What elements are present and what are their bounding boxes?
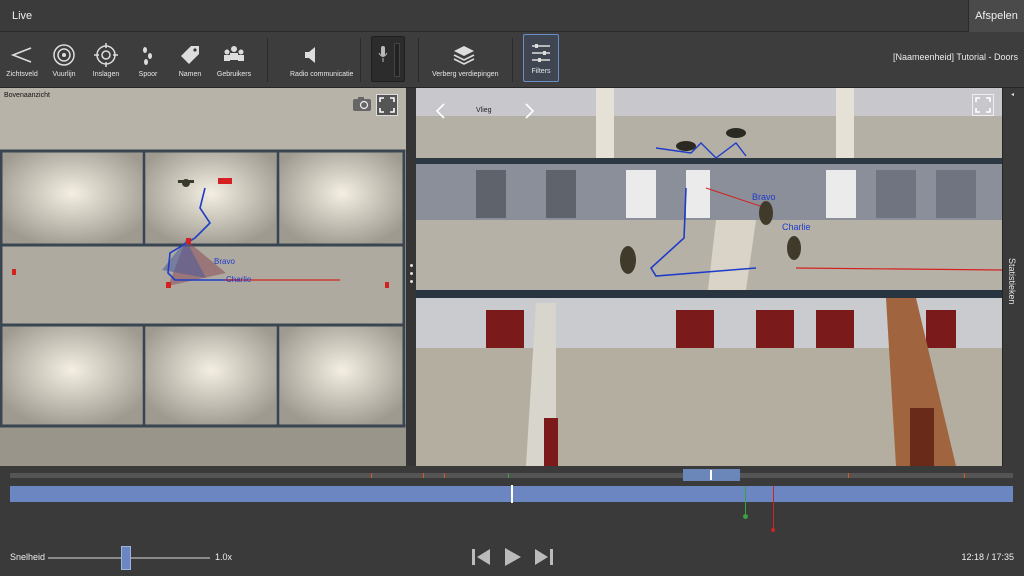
chevron-left-icon[interactable]: [434, 102, 446, 120]
tool-verberg-verdiepingen[interactable]: Verberg verdiepingen: [432, 38, 499, 84]
play-icon[interactable]: [501, 546, 523, 568]
timeline-playhead[interactable]: [511, 485, 513, 503]
fullscreen-icon[interactable]: [972, 94, 994, 116]
microphone-meter: [394, 43, 400, 77]
overview-playhead: [710, 470, 712, 480]
tool-label: Inslagen: [92, 71, 120, 78]
microphone-icon: [378, 46, 388, 62]
top-down-viewport[interactable]: Bravo Charlie Bovenaanzicht: [0, 88, 406, 466]
fly-view-scene: Bravo Charlie: [416, 88, 1002, 466]
speed-slider-thumb[interactable]: [121, 546, 131, 570]
unit-title: [Naameenheid] Tutorial - Doors: [892, 52, 1018, 62]
filters-icon: [532, 44, 550, 62]
toolbar-separator: [512, 38, 513, 82]
speed-label: Snelheid: [10, 552, 46, 562]
timeline-event-marker: [745, 486, 746, 516]
tool-label: Namen: [178, 71, 202, 78]
event-dot: [743, 514, 748, 519]
tool-label: Vuurlijn: [52, 71, 76, 78]
tool-label: Spoor: [138, 71, 158, 78]
scene-label-bravo: Bravo: [752, 192, 776, 202]
tool-label: Filters: [531, 68, 551, 75]
overview-event-marker: [423, 473, 424, 478]
toolbar-separator: [418, 38, 419, 82]
statistics-label: Statistieken: [1007, 258, 1017, 305]
fullscreen-icon[interactable]: [376, 94, 398, 116]
tool-zichtsveld[interactable]: Zichtsveld: [0, 38, 44, 84]
tool-inslagen[interactable]: Inslagen: [84, 38, 128, 84]
overview-event-marker: [371, 473, 372, 478]
speed-value: 1.0x: [215, 552, 233, 562]
impact-icon: [94, 43, 118, 67]
skip-back-icon[interactable]: [470, 546, 492, 568]
splitter-dot: [410, 264, 413, 267]
layers-icon: [453, 46, 475, 65]
viewport-splitter[interactable]: [406, 88, 416, 466]
chevron-right-icon[interactable]: [524, 102, 536, 120]
footsteps-icon: [143, 47, 152, 65]
tool-radio-communicatie[interactable]: Radio communicatie: [290, 38, 354, 84]
overview-event-marker: [508, 473, 509, 478]
top-bar: Live Afspelen: [0, 0, 1024, 32]
tool-gebruikers[interactable]: Gebruikers: [212, 38, 256, 84]
tool-label: Radio communicatie: [290, 71, 354, 78]
collapse-arrow-icon[interactable]: ◂: [1011, 91, 1014, 98]
tag-icon: [181, 46, 199, 64]
splitter-dot: [410, 272, 413, 275]
scene-label-charlie: Charlie: [782, 222, 811, 232]
top-down-map: Bravo Charlie: [0, 88, 406, 466]
tool-spoor[interactable]: Spoor: [126, 38, 170, 84]
overview-event-marker: [444, 473, 445, 478]
event-dot: [771, 528, 775, 532]
tool-namen[interactable]: Namen: [168, 38, 212, 84]
users-icon: [224, 46, 244, 61]
view-cone-icon: [10, 47, 32, 63]
tool-label: Gebruikers: [216, 71, 252, 78]
tool-label: Verberg verdiepingen: [432, 71, 499, 78]
view-label-vlieg: Vlieg: [476, 107, 492, 114]
tool-vuurlijn[interactable]: Vuurlijn: [42, 38, 86, 84]
statistics-panel[interactable]: ◂ Statistieken: [1002, 88, 1024, 466]
view-label-bovenaanzicht: Bovenaanzicht: [4, 92, 50, 99]
target-icon: [53, 44, 75, 66]
skip-forward-icon[interactable]: [533, 546, 555, 568]
speaker-icon: [305, 47, 315, 63]
tool-filters[interactable]: Filters: [523, 34, 559, 82]
overview-track[interactable]: [10, 473, 1013, 478]
splitter-dot: [410, 280, 413, 283]
time-readout: 12:18 / 17:35: [961, 552, 1014, 562]
map-label-charlie: Charlie: [226, 275, 252, 284]
toolbar-separator: [267, 38, 268, 82]
timeline-event-marker: [773, 486, 774, 530]
toolbar-separator: [360, 38, 361, 82]
tab-live[interactable]: Live: [0, 0, 44, 32]
microphone-level[interactable]: [371, 36, 405, 82]
fly-viewport[interactable]: Bravo Charlie Vlieg: [416, 88, 1002, 466]
camera-icon[interactable]: [352, 96, 372, 112]
map-label-bravo: Bravo: [214, 257, 235, 266]
overview-event-marker: [848, 473, 849, 478]
overview-event-marker: [964, 473, 965, 478]
tab-afspelen[interactable]: Afspelen: [968, 0, 1024, 32]
tool-label: Zichtsveld: [6, 71, 38, 78]
